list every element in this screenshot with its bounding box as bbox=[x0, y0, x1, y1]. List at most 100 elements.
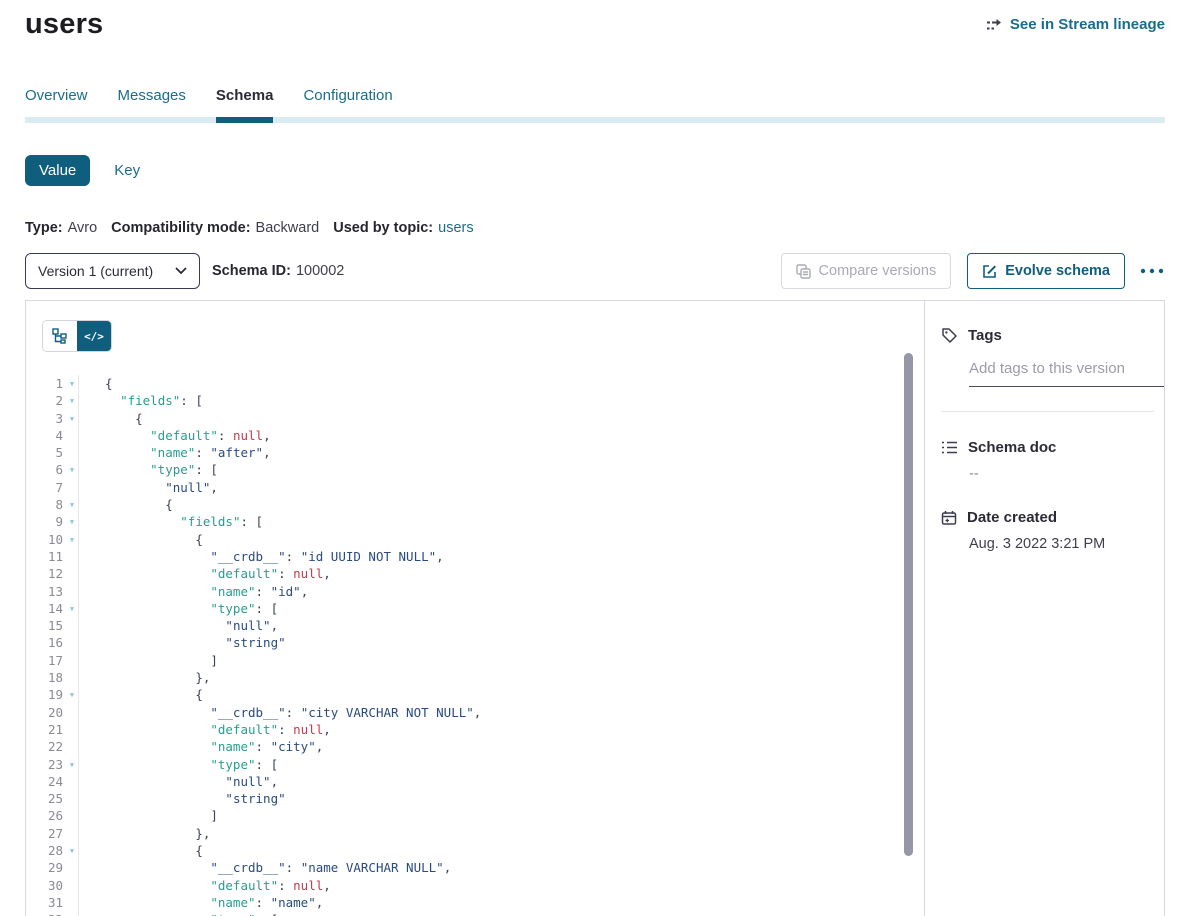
code-line: 8▼ { bbox=[26, 496, 924, 513]
fold-arrow-icon[interactable]: ▼ bbox=[70, 691, 74, 699]
code-line: 2▼ "fields": [ bbox=[26, 392, 924, 409]
code-line: 4 "default": null, bbox=[26, 427, 924, 444]
line-number: 6 bbox=[26, 461, 66, 478]
date-created-section: Date created Aug. 3 2022 3:21 PM bbox=[941, 509, 1154, 552]
schema-id-value: 100002 bbox=[296, 263, 344, 279]
topic-link[interactable]: users bbox=[438, 220, 473, 236]
compatibility-label: Compatibility mode: bbox=[111, 220, 250, 236]
code-line: 29 "__crdb__": "name VARCHAR NULL", bbox=[26, 859, 924, 876]
code-line: 22 "name": "city", bbox=[26, 738, 924, 755]
line-number: 16 bbox=[26, 634, 66, 651]
value-key-toggle: Value Key bbox=[25, 155, 1165, 186]
line-number: 26 bbox=[26, 807, 66, 824]
page-header: users See in Stream lineage bbox=[25, 8, 1165, 41]
fold-arrow-icon[interactable]: ▼ bbox=[70, 397, 74, 405]
line-number: 21 bbox=[26, 721, 66, 738]
code-line: 16 "string" bbox=[26, 634, 924, 651]
key-button[interactable]: Key bbox=[114, 162, 140, 179]
more-options-button[interactable] bbox=[1139, 267, 1165, 275]
schema-doc-header: Schema doc bbox=[941, 439, 1154, 456]
fold-arrow-icon[interactable]: ▼ bbox=[70, 501, 74, 509]
code-line: 32▼ "type": [ bbox=[26, 911, 924, 916]
type-value: Avro bbox=[68, 220, 98, 236]
code-view-icon: </> bbox=[84, 330, 104, 343]
fold-arrow-icon[interactable]: ▼ bbox=[70, 518, 74, 526]
code-line: 23▼ "type": [ bbox=[26, 756, 924, 773]
fold-arrow-icon[interactable]: ▼ bbox=[70, 761, 74, 769]
code-line: 14▼ "type": [ bbox=[26, 600, 924, 617]
line-number: 3 bbox=[26, 410, 66, 427]
editor-scrollbar-thumb[interactable] bbox=[904, 353, 913, 856]
fold-arrow-icon[interactable]: ▼ bbox=[70, 605, 74, 613]
line-number: 20 bbox=[26, 704, 66, 721]
line-number: 22 bbox=[26, 738, 66, 755]
code-line: 1▼{ bbox=[26, 375, 924, 392]
code-line: 6▼ "type": [ bbox=[26, 461, 924, 478]
fold-arrow-icon[interactable]: ▼ bbox=[70, 380, 74, 388]
code-line: 19▼ { bbox=[26, 686, 924, 703]
add-tags-input[interactable] bbox=[969, 360, 1165, 387]
evolve-schema-button[interactable]: Evolve schema bbox=[967, 253, 1125, 289]
schema-id-label: Schema ID: bbox=[212, 263, 291, 279]
tag-icon bbox=[941, 327, 958, 344]
compatibility-value: Backward bbox=[256, 220, 320, 236]
line-number: 18 bbox=[26, 669, 66, 686]
type-label: Type: bbox=[25, 220, 63, 236]
calendar-plus-icon bbox=[941, 510, 957, 526]
tab-schema[interactable]: Schema bbox=[216, 87, 274, 117]
code-editor[interactable]: 1▼{2▼ "fields": [3▼ {4 "default": null,5… bbox=[26, 375, 924, 916]
code-line: 24 "null", bbox=[26, 773, 924, 790]
tab-messages[interactable]: Messages bbox=[118, 87, 186, 117]
line-number: 4 bbox=[26, 427, 66, 444]
chevron-down-icon bbox=[175, 267, 187, 275]
code-line: 11 "__crdb__": "id UUID NOT NULL", bbox=[26, 548, 924, 565]
line-number: 30 bbox=[26, 877, 66, 894]
line-number: 15 bbox=[26, 617, 66, 634]
code-line: 20 "__crdb__": "city VARCHAR NOT NULL", bbox=[26, 704, 924, 721]
fold-arrow-icon[interactable]: ▼ bbox=[70, 466, 74, 474]
tab-overview[interactable]: Overview bbox=[25, 87, 88, 117]
code-line: 17 ] bbox=[26, 652, 924, 669]
version-bar: Version 1 (current) Schema ID: 100002 Co… bbox=[25, 253, 1165, 289]
value-button[interactable]: Value bbox=[25, 155, 90, 186]
schema-doc-section: Schema doc -- bbox=[941, 439, 1154, 482]
line-number: 32 bbox=[26, 911, 66, 916]
schema-panel: </> 1▼{2▼ "fields": [3▼ {4 "default": nu… bbox=[25, 300, 1165, 916]
code-view-button[interactable]: </> bbox=[77, 321, 111, 351]
line-number: 9 bbox=[26, 513, 66, 530]
date-created-value: Aug. 3 2022 3:21 PM bbox=[969, 536, 1154, 552]
tags-header: Tags bbox=[941, 327, 1154, 344]
line-number: 2 bbox=[26, 392, 66, 409]
see-in-stream-lineage-link[interactable]: See in Stream lineage bbox=[986, 16, 1165, 33]
tree-view-button[interactable] bbox=[43, 321, 77, 351]
code-line: 7 "null", bbox=[26, 479, 924, 496]
line-number: 5 bbox=[26, 444, 66, 461]
line-number: 29 bbox=[26, 859, 66, 876]
code-line: 9▼ "fields": [ bbox=[26, 513, 924, 530]
line-number: 14 bbox=[26, 600, 66, 617]
schema-doc-value: -- bbox=[969, 466, 1154, 482]
fold-arrow-icon[interactable]: ▼ bbox=[70, 415, 74, 423]
code-line: 12 "default": null, bbox=[26, 565, 924, 582]
line-number: 8 bbox=[26, 496, 66, 513]
code-line: 31 "name": "name", bbox=[26, 894, 924, 911]
version-select[interactable]: Version 1 (current) bbox=[25, 253, 200, 289]
code-line: 21 "default": null, bbox=[26, 721, 924, 738]
line-number: 1 bbox=[26, 375, 66, 392]
schema-editor-pane: </> 1▼{2▼ "fields": [3▼ {4 "default": nu… bbox=[26, 301, 924, 916]
schema-page: users See in Stream lineage Overview Mes… bbox=[0, 0, 1189, 916]
line-number: 19 bbox=[26, 686, 66, 703]
schema-meta: Type: Avro Compatibility mode: Backward … bbox=[25, 220, 1165, 236]
tab-underline bbox=[25, 117, 1165, 123]
line-number: 28 bbox=[26, 842, 66, 859]
compare-versions-button[interactable]: Compare versions bbox=[781, 253, 952, 289]
fold-arrow-icon[interactable]: ▼ bbox=[70, 536, 74, 544]
line-number: 10 bbox=[26, 531, 66, 548]
tab-configuration[interactable]: Configuration bbox=[303, 87, 392, 117]
code-line: 18 }, bbox=[26, 669, 924, 686]
fold-arrow-icon[interactable]: ▼ bbox=[70, 847, 74, 855]
doc-list-icon bbox=[941, 440, 958, 455]
tab-bar: Overview Messages Schema Configuration bbox=[25, 87, 1165, 117]
code-line: 5 "name": "after", bbox=[26, 444, 924, 461]
version-select-value: Version 1 (current) bbox=[38, 263, 153, 279]
